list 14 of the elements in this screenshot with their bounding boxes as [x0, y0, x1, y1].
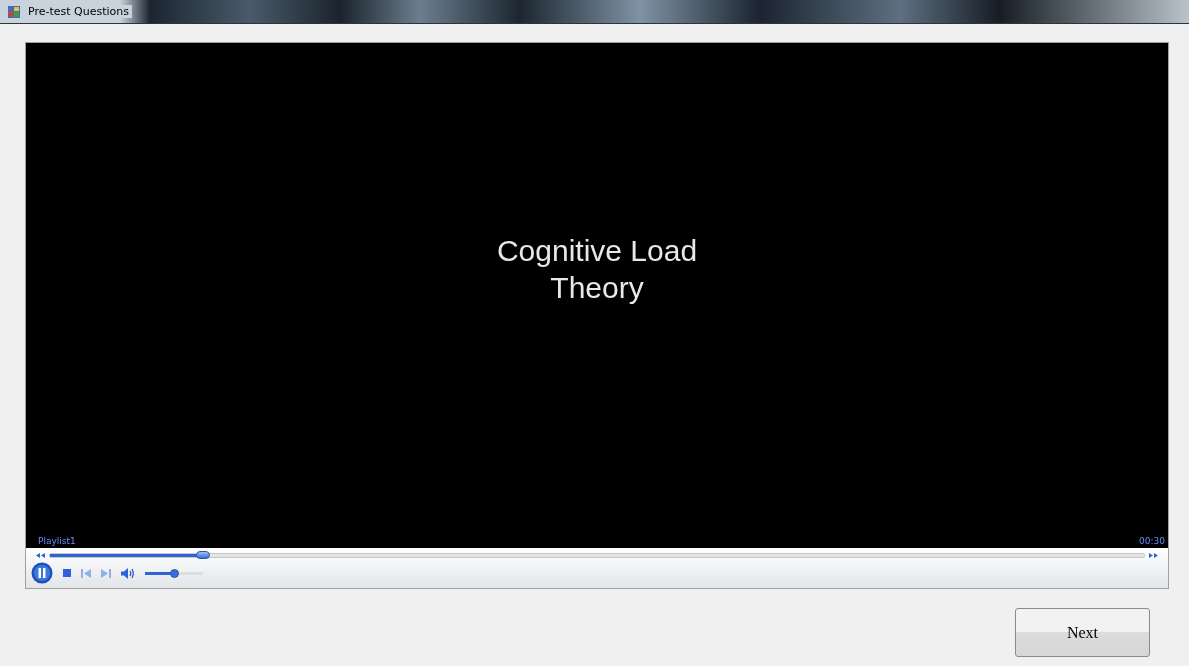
rewind-icon[interactable]	[36, 552, 45, 558]
seek-bar[interactable]	[49, 552, 1145, 558]
volume-thumb[interactable]	[170, 568, 179, 578]
volume-icon[interactable]	[121, 567, 135, 579]
volume-slider[interactable]	[145, 571, 203, 575]
playlist-label: Playlist1	[38, 536, 76, 546]
fast-forward-icon[interactable]	[1149, 552, 1158, 558]
app-icon	[8, 5, 20, 18]
slide-title: Cognitive Load Theory	[495, 233, 699, 306]
seek-thumb[interactable]	[196, 550, 211, 559]
pause-icon[interactable]	[31, 562, 53, 584]
next-button[interactable]: Next	[1015, 608, 1150, 657]
next-track-icon[interactable]	[101, 568, 111, 578]
time-label: 00:30	[1139, 536, 1165, 546]
